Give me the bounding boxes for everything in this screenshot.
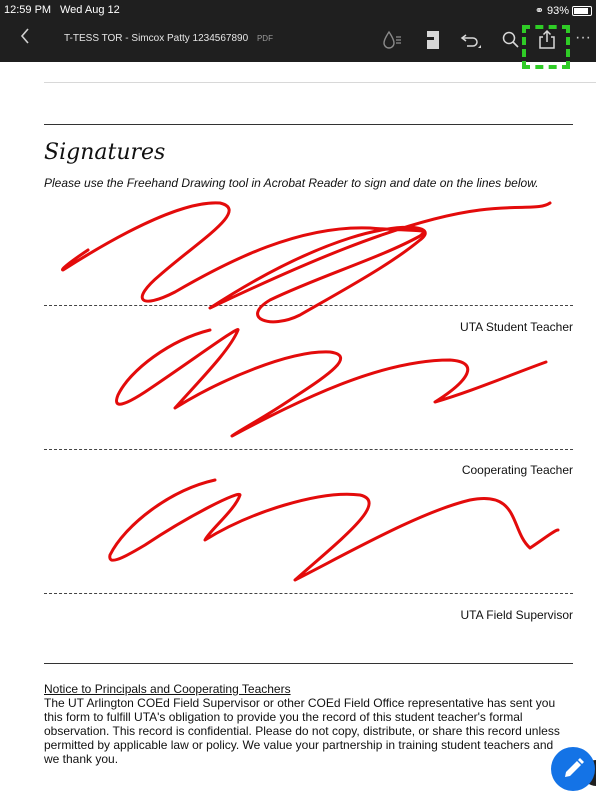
freehand-signature-drawings [60, 201, 560, 582]
back-button[interactable] [18, 26, 38, 52]
cooperating-teacher-signature-line [44, 449, 573, 450]
notice-top-rule [44, 663, 573, 664]
search-icon[interactable] [499, 28, 523, 52]
signatures-top-rule [44, 124, 573, 125]
page-top-divider [44, 82, 596, 83]
battery-icon [572, 5, 592, 16]
share-button-highlight [522, 25, 570, 69]
wifi-icon: ⚭ [534, 5, 544, 17]
field-supervisor-signature-line [44, 593, 573, 594]
document-title: T-TESS TOR - Simcox Patty 1234567890 PDF [64, 33, 273, 44]
pencil-icon [565, 758, 584, 777]
bookmark-icon[interactable] [421, 28, 445, 52]
undo-icon[interactable] [458, 28, 482, 52]
notice-section: Notice to Principals and Cooperating Tea… [44, 682, 564, 766]
field-supervisor-label: UTA Field Supervisor [460, 608, 573, 622]
signatures-heading: Signatures [44, 140, 166, 165]
status-battery-area: ⚭ 93% [535, 4, 592, 17]
notice-heading: Notice to Principals and Cooperating Tea… [44, 682, 291, 696]
student-signature-scribble [60, 201, 552, 324]
cooperating-signature-scribble [115, 328, 548, 438]
cooperating-teacher-label: Cooperating Teacher [461, 463, 573, 477]
field-signature-scribble [108, 478, 560, 582]
status-date: Wed Aug 12 [60, 4, 120, 16]
edit-button[interactable] [551, 747, 595, 791]
document-title-text: T-TESS TOR - Simcox Patty 1234567890 [64, 33, 249, 44]
redact-icon[interactable] [380, 28, 404, 52]
notice-body: The UT Arlington COEd Field Supervisor o… [44, 696, 560, 766]
student-teacher-signature-line [44, 305, 573, 306]
more-icon[interactable]: ··· [575, 28, 595, 52]
signatures-instructions: Please use the Freehand Drawing tool in … [44, 176, 539, 190]
back-icon [20, 28, 29, 44]
student-teacher-label: UTA Student Teacher [460, 320, 573, 334]
document-type: PDF [256, 34, 273, 43]
top-toolbar: 12:59 PM Wed Aug 12 ⚭ 93% T-TESS TOR - S… [0, 0, 596, 62]
battery-percent: 93% [546, 4, 569, 17]
status-time: 12:59 PM [4, 4, 52, 16]
